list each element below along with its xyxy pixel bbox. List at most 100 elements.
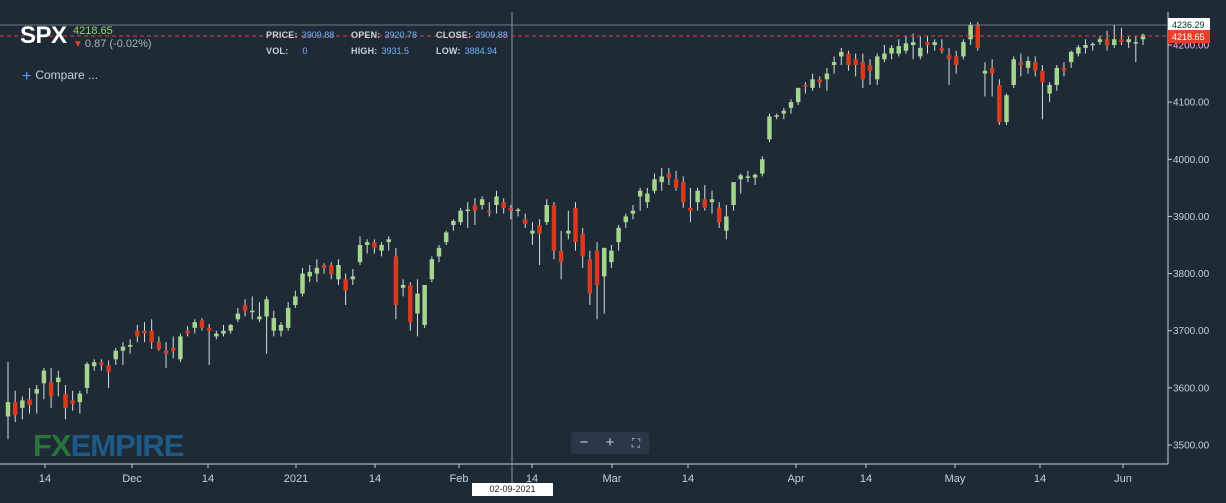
candle-body-down xyxy=(580,233,585,257)
compare-button[interactable]: + Compare ... xyxy=(22,68,98,86)
candle-body-up xyxy=(221,330,226,334)
candle xyxy=(824,67,830,91)
candle-body-down xyxy=(321,265,327,268)
candle xyxy=(192,319,197,334)
candle-body-up xyxy=(84,363,90,388)
close-label: CLOSE: xyxy=(436,30,472,40)
candle xyxy=(1083,39,1088,54)
candle xyxy=(106,360,111,388)
candle-body-down xyxy=(242,305,248,311)
candle-body-down xyxy=(1061,67,1067,71)
candle xyxy=(250,296,255,320)
candle xyxy=(1025,56,1031,74)
candle-body-down xyxy=(997,85,1002,123)
candle-body-up xyxy=(228,325,233,331)
candle xyxy=(1018,53,1024,77)
candle-body-down xyxy=(106,365,111,372)
zoom-out-button[interactable]: − xyxy=(574,433,594,453)
candle-body-down xyxy=(817,79,822,83)
candle xyxy=(178,333,183,363)
candle xyxy=(609,245,614,268)
candle xyxy=(451,219,456,231)
zoom-in-button[interactable]: + xyxy=(600,433,620,453)
candle xyxy=(443,230,449,245)
candle xyxy=(408,282,413,331)
price-chart[interactable]: 3500.00 3600.00 3700.00 3800.00 3900.00 4000.… xyxy=(0,0,1226,503)
candle xyxy=(982,62,988,97)
candle xyxy=(386,236,391,251)
candle-body-up xyxy=(479,199,485,205)
candle-body-up xyxy=(1140,34,1146,40)
candle-body-up xyxy=(422,285,427,325)
candle xyxy=(163,342,169,368)
candle xyxy=(479,196,485,210)
vol-value: 0 xyxy=(302,46,308,56)
candle xyxy=(1033,56,1038,77)
candle-body-up xyxy=(436,247,442,257)
candle-body-up xyxy=(192,322,197,328)
candle-body-up xyxy=(659,176,664,183)
candle-body-up xyxy=(1054,67,1060,85)
high-flag-label: 4236.29 xyxy=(1172,20,1205,30)
candle-body-down xyxy=(867,65,873,71)
candle xyxy=(810,73,815,91)
candle-body-down xyxy=(156,342,162,349)
candle-body-down xyxy=(48,382,54,397)
candle xyxy=(867,59,873,85)
candle-body-up xyxy=(982,70,988,74)
candle-body-up xyxy=(738,175,743,180)
candle xyxy=(84,362,90,394)
candle xyxy=(522,213,528,228)
candle-body-down xyxy=(70,400,75,404)
candle-body-up xyxy=(278,325,284,331)
candle-body-up xyxy=(127,345,133,347)
candle xyxy=(501,198,506,214)
candle-body-up xyxy=(795,87,801,103)
candle xyxy=(63,385,68,420)
candle xyxy=(1054,65,1060,91)
candle-body-up xyxy=(257,316,262,320)
candle-body-down xyxy=(408,285,413,323)
open-field: OPEN: 3920.78 xyxy=(351,30,417,40)
open-value: 3920.78 xyxy=(384,30,418,40)
fullscreen-icon[interactable]: ⛶ xyxy=(626,433,646,453)
candle xyxy=(817,76,822,88)
candle xyxy=(903,36,909,54)
candle xyxy=(580,227,585,268)
candle xyxy=(379,242,384,257)
candle-body-down xyxy=(846,53,851,65)
candle-body-up xyxy=(20,400,25,408)
candle-body-down xyxy=(163,350,169,354)
candle-body-up xyxy=(932,42,937,45)
candle xyxy=(329,262,334,280)
candle-body-up xyxy=(709,199,715,203)
candle-body-up xyxy=(120,346,126,351)
candle-body-down xyxy=(343,279,348,291)
candle xyxy=(594,242,600,320)
candle-body-down xyxy=(573,207,578,243)
x-tick-label: 14 xyxy=(369,473,381,485)
price-label: PRICE: xyxy=(266,30,298,40)
candle xyxy=(537,219,542,265)
candle-body-up xyxy=(1133,42,1139,44)
candle-body-down xyxy=(803,85,808,87)
candle-body-down xyxy=(522,219,528,224)
candle-body-down xyxy=(587,259,593,294)
candle xyxy=(896,39,901,57)
candle-body-up xyxy=(1097,39,1103,43)
candle xyxy=(228,323,233,334)
x-tick-label: 14 xyxy=(860,473,872,485)
x-tick-label: Apr xyxy=(787,473,804,485)
low-label: LOW: xyxy=(436,46,461,56)
candle xyxy=(946,47,952,85)
candle xyxy=(623,213,629,228)
candle-body-up xyxy=(494,196,499,205)
candle xyxy=(774,113,779,120)
candle-body-up xyxy=(1112,39,1117,45)
last-price: 4218.65 xyxy=(73,25,113,37)
vol-label: VOL: xyxy=(266,46,289,56)
price-value: 3909.88 xyxy=(301,30,335,40)
candle-body-down xyxy=(860,62,866,80)
candle xyxy=(602,247,607,314)
crosshair-date-label: 02-09-2021 xyxy=(472,483,553,496)
